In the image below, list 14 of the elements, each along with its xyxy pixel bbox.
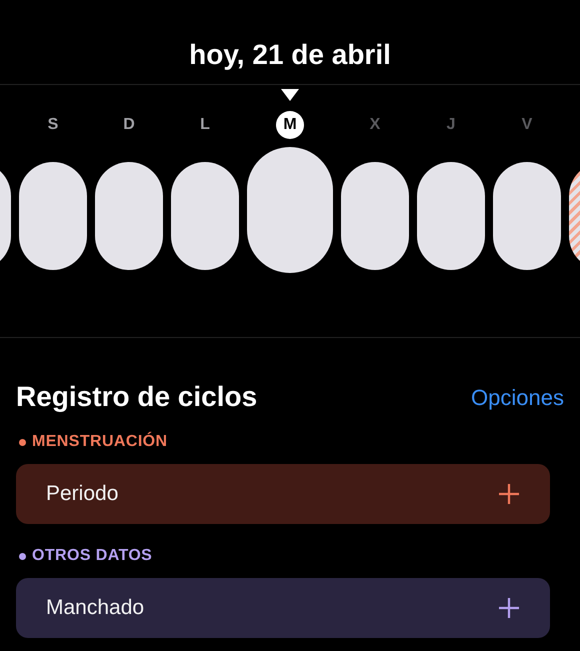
day-label[interactable]: D — [123, 111, 135, 139]
category-label: OTROS DATOS — [32, 546, 152, 566]
log-entry-row[interactable]: Periodo — [16, 464, 550, 524]
category-label: MENSTRUACIÓN — [32, 430, 168, 452]
section-title: Registro de ciclos — [16, 380, 258, 414]
date-title: hoy, 21 de abril — [189, 38, 391, 72]
today-marker-icon — [281, 89, 299, 101]
plus-icon — [498, 483, 520, 505]
options-link[interactable]: Opciones — [471, 380, 564, 414]
day-label[interactable]: L — [200, 111, 210, 139]
day-label[interactable]: S — [48, 111, 58, 139]
day-label[interactable]: M — [276, 111, 304, 139]
plus-icon — [498, 597, 520, 619]
log-entry-row[interactable]: Manchado — [16, 578, 550, 638]
